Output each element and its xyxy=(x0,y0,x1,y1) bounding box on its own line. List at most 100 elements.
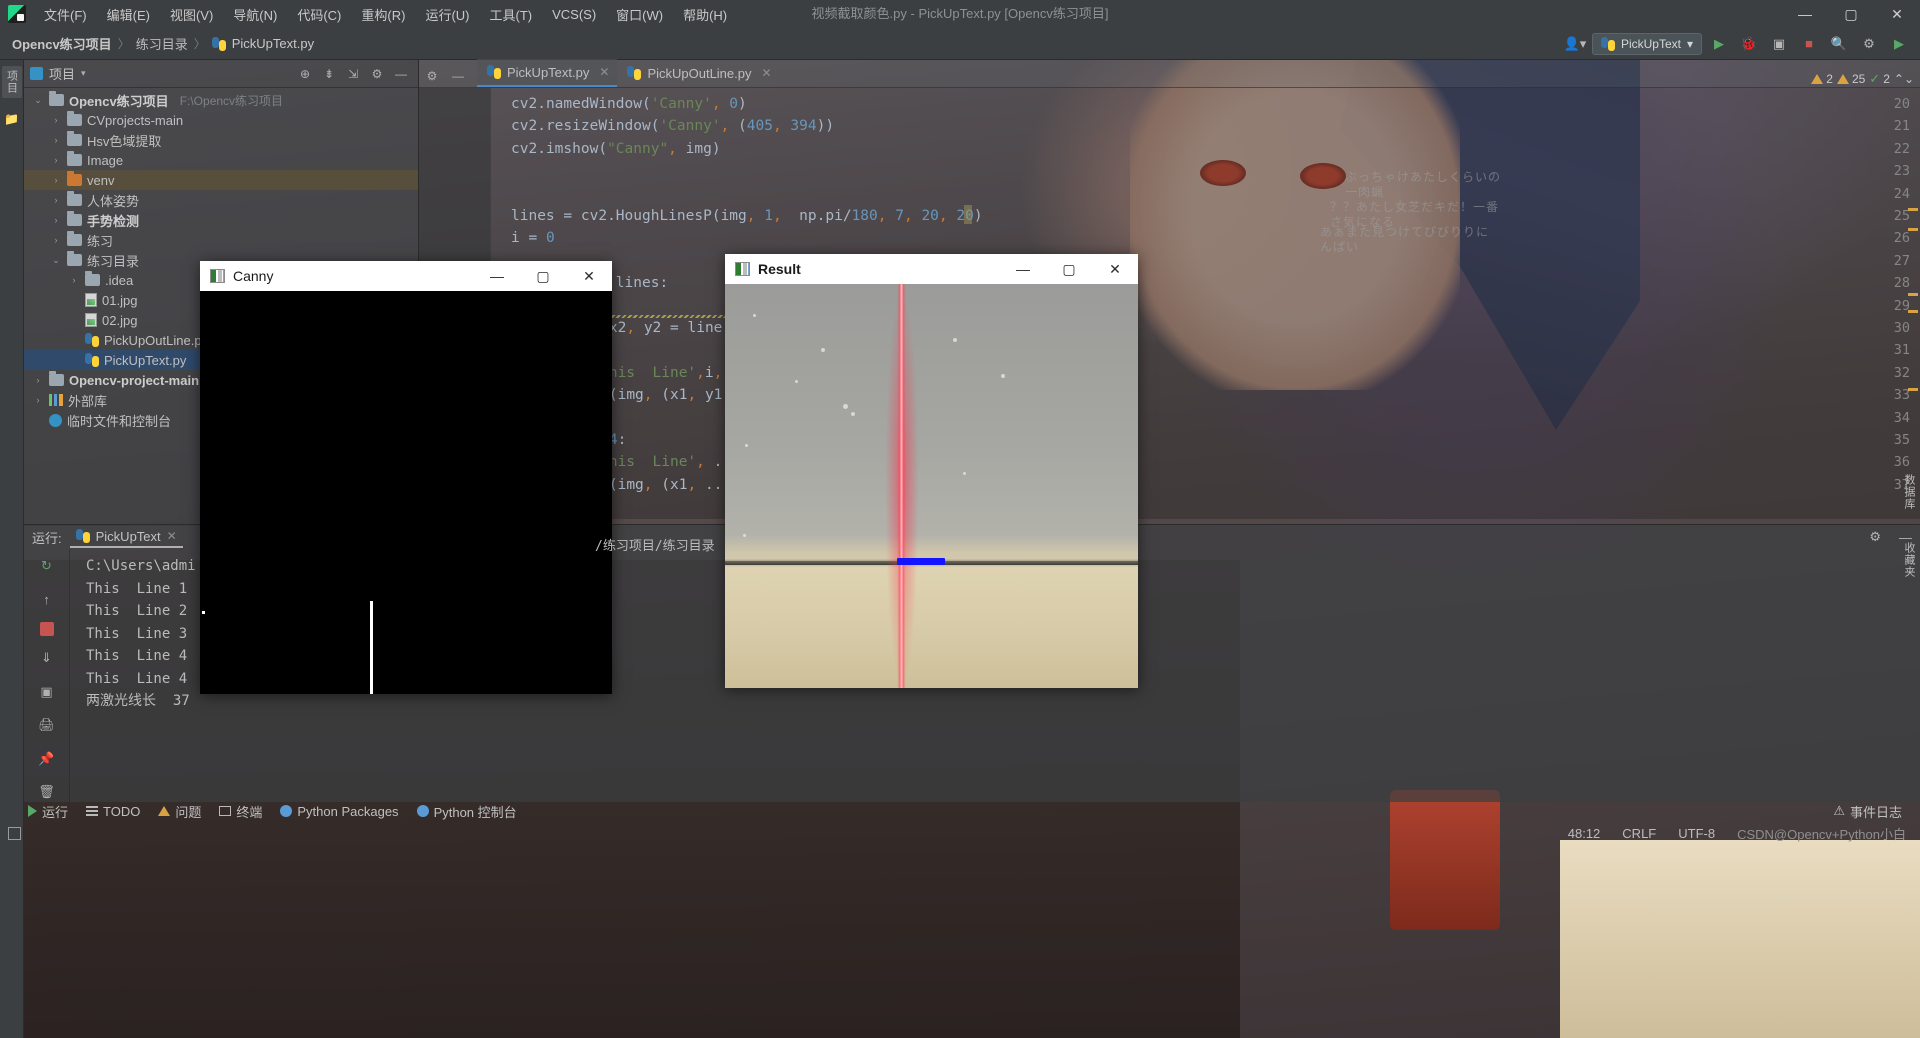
error-count-chip[interactable]: 2 xyxy=(1811,72,1833,86)
chevron-down-icon[interactable]: ⌄ xyxy=(32,95,44,106)
debug-button[interactable]: 🐞 xyxy=(1736,32,1762,56)
breadcrumb-folder[interactable]: 练习目录 xyxy=(136,34,188,53)
line-separator[interactable]: CRLF xyxy=(1622,826,1656,841)
coverage-button[interactable]: ▣ xyxy=(1766,32,1792,56)
canny-maximize-button[interactable]: ▢ xyxy=(520,261,566,291)
menu-item-vcs[interactable]: VCS(S) xyxy=(542,3,606,26)
panel-gear-icon[interactable]: ⚙ xyxy=(366,63,388,85)
menu-item-file[interactable]: 文件(F) xyxy=(34,1,97,28)
code-line[interactable]: cv2.namedWindow('Canny', 0) xyxy=(511,96,747,112)
stop-icon[interactable] xyxy=(39,621,54,636)
collapse-all-icon[interactable]: ⇲ xyxy=(342,63,364,85)
ide-extra-icon[interactable]: ▶ xyxy=(1886,32,1912,56)
chevron-right-icon[interactable]: › xyxy=(50,235,62,245)
tab-pickupoutline[interactable]: PickUpOutLine.py ✕ xyxy=(617,59,779,87)
chevron-down-icon[interactable]: ⌄ xyxy=(50,255,62,266)
canny-title-bar[interactable]: Canny — ▢ ✕ xyxy=(200,261,612,291)
chevron-down-icon[interactable]: ▾ xyxy=(81,68,86,79)
breadcrumb-file[interactable]: PickUpText.py xyxy=(232,36,314,51)
layout-icon[interactable]: ▣ xyxy=(36,681,58,702)
tree-row-Image[interactable]: › Image xyxy=(24,150,418,170)
tool-button-python-packages[interactable]: Python Packages xyxy=(280,804,399,819)
menu-item-help[interactable]: 帮助(H) xyxy=(673,1,737,28)
tool-button-todo[interactable]: TODO xyxy=(86,804,140,819)
tab-close-icon-2[interactable]: ✕ xyxy=(762,66,772,80)
caret-position[interactable]: 48:12 xyxy=(1568,826,1601,841)
tool-button-problems[interactable]: 问题 xyxy=(158,802,201,821)
chevron-right-icon[interactable]: › xyxy=(50,155,62,165)
sidebar-item-favorites[interactable]: 收藏夹 xyxy=(1899,538,1919,582)
layout-toggle-icon[interactable] xyxy=(8,826,21,840)
breadcrumb-project[interactable]: Opencv练习项目 xyxy=(12,34,112,53)
gear-icon[interactable]: ⚙ xyxy=(1856,32,1882,56)
chevron-right-icon[interactable]: › xyxy=(50,195,62,205)
chevron-right-icon[interactable]: › xyxy=(32,375,44,385)
window-maximize-button[interactable]: ▢ xyxy=(1828,0,1874,28)
code-line[interactable]: i = 0 xyxy=(511,230,555,246)
result-title-bar[interactable]: Result — ▢ ✕ xyxy=(725,254,1138,284)
result-window-controls[interactable]: — ▢ ✕ xyxy=(1000,254,1138,284)
window-close-button[interactable]: ✕ xyxy=(1874,0,1920,28)
opencv-window-result[interactable]: Result — ▢ ✕ xyxy=(725,254,1138,688)
menu-item-run[interactable]: 运行(U) xyxy=(415,1,479,28)
canny-image-canvas[interactable] xyxy=(200,291,612,694)
print-icon[interactable]: 🖨 xyxy=(36,715,58,736)
tab-close-icon-1[interactable]: ✕ xyxy=(599,65,609,79)
chevron-right-icon[interactable]: › xyxy=(32,395,44,405)
tree-row-练习[interactable]: › 练习 xyxy=(24,230,418,250)
panel-hide-icon[interactable]: — xyxy=(390,63,412,85)
expand-all-icon[interactable]: ⇟ xyxy=(318,63,340,85)
inspection-widget[interactable]: 2 25 ✓ 2 ⌃⌄ xyxy=(1811,71,1920,87)
search-icon[interactable]: 🔍 xyxy=(1826,32,1852,56)
chevron-right-icon[interactable]: › xyxy=(50,115,62,125)
breadcrumb[interactable]: Opencv练习项目 〉 练习目录 〉 PickUpText.py xyxy=(0,34,314,53)
run-panel-gear-icon[interactable]: ⚙ xyxy=(1869,529,1881,545)
editor-hide-icon[interactable]: — xyxy=(447,65,469,87)
editor-marker-strip[interactable] xyxy=(1906,88,1920,519)
rerun-icon[interactable]: ↻ xyxy=(36,555,58,576)
menu-item-refactor[interactable]: 重构(R) xyxy=(351,1,415,28)
menu-item-view[interactable]: 视图(V) xyxy=(160,1,223,28)
tree-row-CVprojects-main[interactable]: › CVprojects-main xyxy=(24,110,418,130)
inspection-caret-icon[interactable]: ⌃⌄ xyxy=(1894,72,1914,86)
tree-row-Opencv练习项目[interactable]: ⌄ Opencv练习项目 F:\Opencv练习项目 xyxy=(24,90,418,110)
run-button[interactable]: ▶ xyxy=(1706,32,1732,56)
result-image-canvas[interactable] xyxy=(725,284,1138,688)
result-minimize-button[interactable]: — xyxy=(1000,254,1046,284)
tree-row-Hsv色域提取[interactable]: › Hsv色域提取 xyxy=(24,130,418,150)
tab-pickuptext[interactable]: PickUpText.py ✕ xyxy=(477,59,618,87)
window-minimize-button[interactable]: — xyxy=(1782,0,1828,28)
tool-button-python-console[interactable]: Python 控制台 xyxy=(416,802,517,821)
warning-count-chip[interactable]: 25 xyxy=(1836,72,1865,86)
result-maximize-button[interactable]: ▢ xyxy=(1046,254,1092,284)
run-configuration-selector[interactable]: PickUpText ▾ xyxy=(1591,32,1702,55)
account-icon[interactable]: 👤▾ xyxy=(1562,32,1588,56)
window-controls[interactable]: — ▢ ✕ xyxy=(1782,0,1920,28)
tree-row-人体姿势[interactable]: › 人体姿势 xyxy=(24,190,418,210)
stop-button[interactable]: ■ xyxy=(1796,32,1822,56)
code-line[interactable]: cv2.imshow("Canny", img) xyxy=(511,141,721,157)
code-line[interactable]: cv2.resizeWindow('Canny', (405, 394)) xyxy=(511,118,834,134)
up-arrow-icon[interactable]: ↑ xyxy=(36,588,58,609)
canny-minimize-button[interactable]: — xyxy=(474,261,520,291)
event-log-button[interactable]: ⚠ 事件日志 xyxy=(1833,802,1920,821)
menu-item-edit[interactable]: 编辑(E) xyxy=(97,1,160,28)
menu-item-window[interactable]: 窗口(W) xyxy=(606,1,673,28)
chevron-right-icon[interactable]: › xyxy=(50,135,62,145)
editor-gear-icon[interactable]: ⚙ xyxy=(421,65,443,87)
structure-folder-icon[interactable]: 📁 xyxy=(4,112,19,126)
run-tab-pickuptext[interactable]: PickUpText ✕ xyxy=(69,527,183,548)
locate-icon[interactable]: ⊕ xyxy=(294,63,316,85)
run-tab-close-icon[interactable]: ✕ xyxy=(167,529,177,543)
tool-button-terminal[interactable]: 终端 xyxy=(219,802,262,821)
code-line[interactable]: lines = cv2.HoughLinesP(img, 1, np.pi/18… xyxy=(511,208,983,224)
menu-item-navigate[interactable]: 导航(N) xyxy=(223,1,287,28)
canny-window-controls[interactable]: — ▢ ✕ xyxy=(474,261,612,291)
chevron-right-icon[interactable]: › xyxy=(50,215,62,225)
canny-close-button[interactable]: ✕ xyxy=(566,261,612,291)
pin-icon[interactable]: 📌 xyxy=(36,748,58,769)
result-close-button[interactable]: ✕ xyxy=(1092,254,1138,284)
opencv-window-canny[interactable]: Canny — ▢ ✕ xyxy=(200,261,612,694)
ok-count-chip[interactable]: ✓ 2 xyxy=(1869,71,1890,87)
down-arrow-icon[interactable]: ⇓ xyxy=(36,648,58,669)
